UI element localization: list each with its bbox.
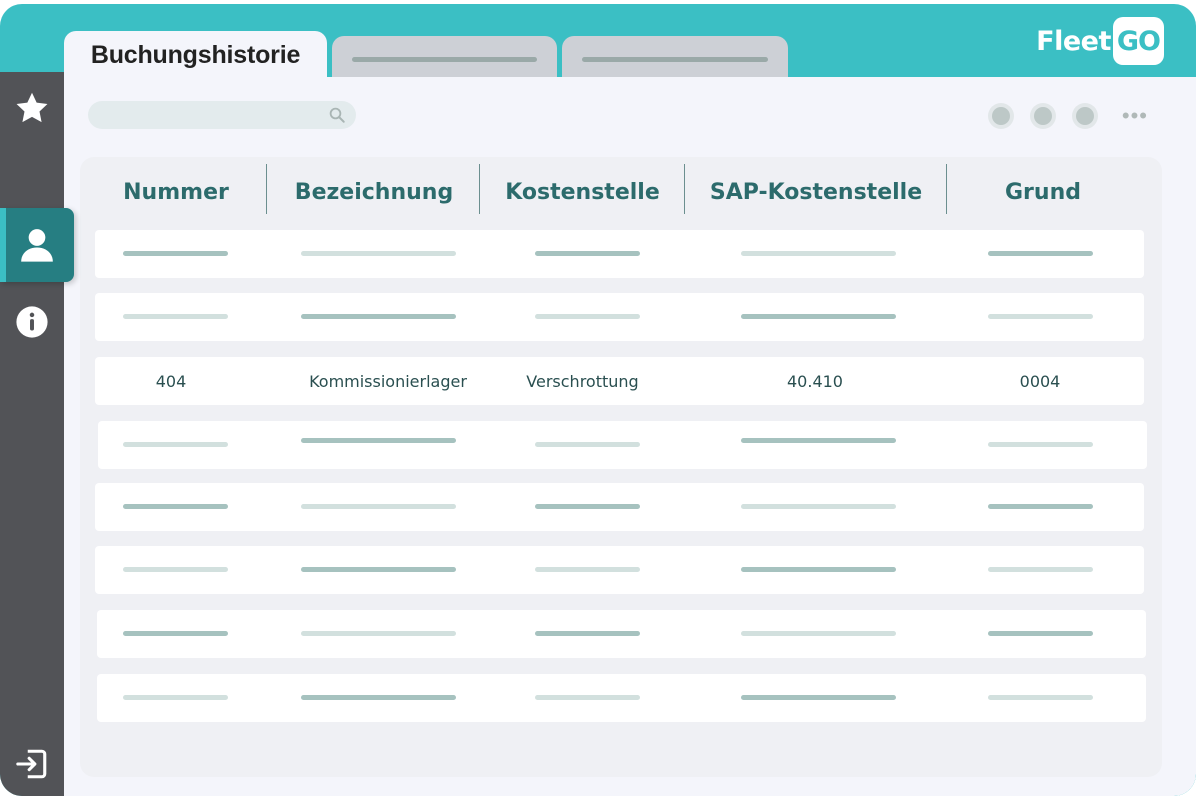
cell-placeholder [988, 631, 1093, 636]
cell-placeholder [123, 314, 228, 319]
more-options-icon[interactable]: ••• [1122, 105, 1148, 127]
column-header-kostenstelle[interactable]: Kostenstelle [480, 164, 685, 220]
cell-nummer: 404 [155, 371, 187, 391]
tab-placeholder-3[interactable] [562, 36, 788, 77]
column-header-bezeichnung[interactable]: Bezeichnung [268, 164, 480, 220]
table-row[interactable] [95, 546, 1144, 594]
cell-placeholder [988, 567, 1093, 572]
app-window: Fleet GO Buchungshistorie ••• Nummer Bez… [0, 4, 1196, 796]
sidebar-item-logout[interactable] [0, 732, 64, 796]
table-row[interactable] [95, 293, 1144, 341]
cell-placeholder [301, 504, 456, 509]
table-row[interactable] [98, 421, 1147, 469]
table-row[interactable] [95, 483, 1144, 531]
cell-grund: 0004 [1019, 371, 1061, 391]
sidebar [0, 72, 74, 796]
cell-placeholder [741, 567, 896, 572]
cell-bezeichnung: Kommissionierlager [309, 371, 467, 391]
action-button-1[interactable] [987, 103, 1014, 129]
cell-placeholder [301, 567, 456, 572]
cell-placeholder [988, 314, 1093, 319]
tab-buchungshistorie[interactable]: Buchungshistorie [64, 31, 327, 79]
cell-placeholder [535, 504, 640, 509]
cell-placeholder [741, 504, 896, 509]
cell-placeholder [301, 631, 456, 636]
cell-placeholder [123, 504, 228, 509]
tab-label-placeholder [352, 57, 537, 62]
cell-placeholder [123, 442, 228, 447]
cell-placeholder [301, 314, 456, 319]
cell-placeholder [123, 631, 228, 636]
fleetgo-logo: Fleet GO [1036, 16, 1164, 66]
sidebar-item-profile[interactable] [0, 208, 74, 282]
sidebar-item-favorites[interactable] [0, 76, 64, 140]
tab-label: Buchungshistorie [90, 40, 301, 69]
cell-placeholder [741, 438, 896, 443]
column-header-grund[interactable]: Grund [947, 164, 1139, 220]
cell-placeholder [741, 631, 896, 636]
sidebar-item-info[interactable] [0, 290, 64, 354]
cell-placeholder [301, 251, 456, 256]
tab-label-placeholder [582, 57, 768, 62]
cell-placeholder [988, 251, 1093, 256]
cell-placeholder [301, 438, 456, 443]
cell-placeholder [535, 251, 640, 256]
cell-placeholder [988, 504, 1093, 509]
user-icon [21, 229, 53, 262]
cell-placeholder [535, 314, 640, 319]
cell-placeholder [741, 314, 896, 319]
column-header-sap-kostenstelle[interactable]: SAP-Kostenstelle [685, 164, 947, 220]
logo-text: Fleet [1036, 25, 1111, 57]
cell-placeholder [741, 251, 896, 256]
search-input[interactable] [88, 101, 356, 129]
star-icon [16, 92, 48, 123]
logo-box: GO [1112, 17, 1164, 65]
cell-placeholder [988, 442, 1093, 447]
cell-placeholder [123, 567, 228, 572]
table-row[interactable] [97, 610, 1146, 658]
info-icon [16, 306, 48, 338]
search-icon [329, 107, 345, 123]
cell-placeholder [123, 695, 228, 700]
cell-placeholder [535, 631, 640, 636]
cell-placeholder [535, 567, 640, 572]
cell-kostenstelle: Verschrottung [526, 371, 639, 391]
cell-placeholder [123, 251, 228, 256]
logout-icon [16, 749, 47, 779]
action-button-2[interactable] [1029, 103, 1056, 129]
table-row-selected[interactable]: 404 Kommissionierlager Verschrottung 40.… [95, 357, 1144, 405]
cell-sap-kostenstelle: 40.410 [787, 371, 843, 391]
cell-placeholder [535, 695, 640, 700]
column-header-nummer[interactable]: Nummer [84, 164, 268, 220]
cell-placeholder [535, 442, 640, 447]
table-row[interactable] [97, 674, 1146, 722]
cell-placeholder [741, 695, 896, 700]
toolbar-actions: ••• [987, 103, 1148, 129]
table-row[interactable] [95, 230, 1144, 278]
action-button-3[interactable] [1071, 103, 1098, 129]
tab-placeholder-2[interactable] [332, 36, 557, 77]
cell-placeholder [988, 695, 1093, 700]
column-divider [266, 164, 267, 214]
cell-placeholder [301, 695, 456, 700]
